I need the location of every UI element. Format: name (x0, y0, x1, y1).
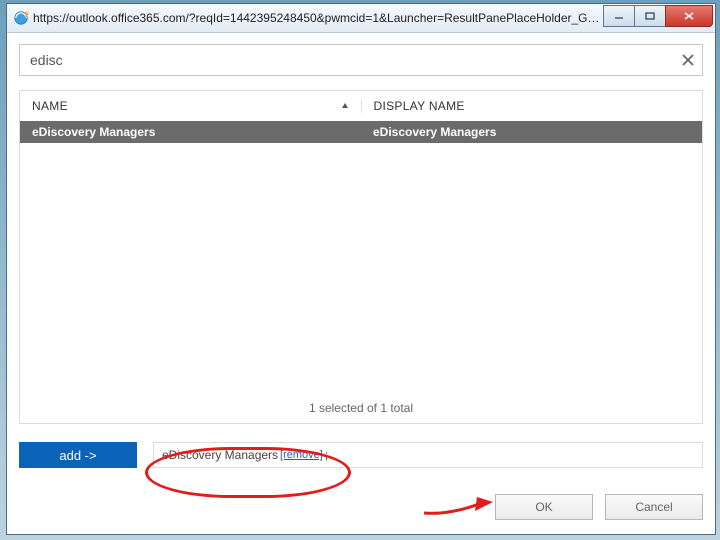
cell-display-name: eDiscovery Managers (361, 125, 702, 139)
cancel-button[interactable]: Cancel (605, 494, 703, 520)
table-empty-area (20, 143, 702, 393)
add-row: add -> eDiscovery Managers [remove] ; (19, 442, 703, 468)
selected-members-field[interactable]: eDiscovery Managers [remove] ; (153, 442, 703, 468)
ie-logo-icon (13, 10, 29, 26)
minimize-button[interactable] (603, 5, 635, 27)
results-table: NAME DISPLAY NAME eDiscovery Managers eD… (19, 90, 703, 424)
column-name-label: NAME (32, 99, 68, 113)
dialog-footer: OK Cancel (483, 494, 703, 520)
remove-token-link[interactable]: [remove] (280, 449, 323, 461)
search-box (19, 44, 703, 76)
cell-name: eDiscovery Managers (20, 125, 361, 139)
sort-asc-icon (341, 99, 349, 113)
add-button-label: add -> (59, 448, 96, 463)
add-button[interactable]: add -> (19, 442, 137, 468)
dialog-content: NAME DISPLAY NAME eDiscovery Managers eD… (19, 44, 703, 520)
clear-search-button[interactable] (674, 45, 702, 75)
token-separator: ; (325, 448, 328, 462)
ok-button[interactable]: OK (495, 494, 593, 520)
selection-status: 1 selected of 1 total (20, 393, 702, 423)
maximize-button[interactable] (634, 5, 666, 27)
search-input[interactable] (20, 45, 674, 75)
titlebar: https://outlook.office365.com/?reqId=144… (7, 4, 715, 33)
column-header-name[interactable]: NAME (20, 99, 362, 113)
table-row[interactable]: eDiscovery Managers eDiscovery Managers (20, 121, 702, 143)
column-display-label: DISPLAY NAME (374, 99, 465, 113)
token-name: eDiscovery Managers (162, 448, 278, 462)
ie-popup-window: https://outlook.office365.com/?reqId=144… (6, 3, 716, 535)
window-controls (604, 5, 713, 25)
address-bar-url: https://outlook.office365.com/?reqId=144… (33, 11, 604, 25)
ok-label: OK (535, 500, 552, 514)
close-window-button[interactable] (665, 5, 713, 27)
column-header-display-name[interactable]: DISPLAY NAME (362, 99, 703, 113)
cancel-label: Cancel (635, 500, 672, 514)
table-header-row: NAME DISPLAY NAME (20, 91, 702, 121)
